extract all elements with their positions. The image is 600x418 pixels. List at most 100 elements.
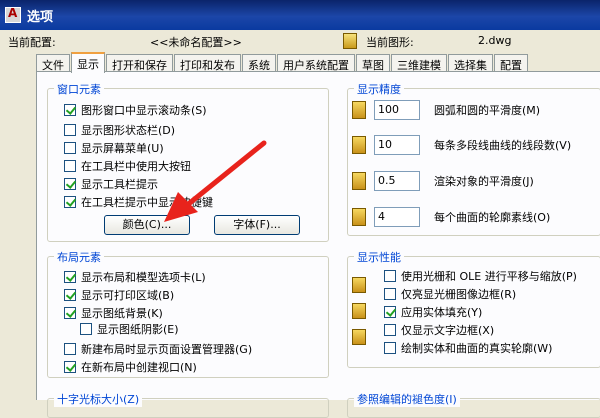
drawing-file-icon [352,277,366,293]
display-performance-title: 显示性能 [354,249,404,265]
layout-tabs-option[interactable]: 显示布局和模型选项卡(L) [64,269,206,285]
tab-selection[interactable]: 选择集 [448,54,493,72]
scrollbars-label: 图形窗口中显示滚动条(S) [81,104,207,117]
polyline-segments-label: 每条多段线曲线的线段数(V) [434,139,572,152]
text-frame-option[interactable]: 仅显示文字边框(X) [384,322,494,338]
raster-frame-label: 仅亮显光栅图像边框(R) [401,288,517,301]
crosshair-size-title: 十字光标大小(Z) [54,391,143,407]
drawing-file-icon [352,329,366,345]
display-performance-group: 显示性能 使用光栅和 OLE 进行平移与缩放(P) 仅亮显光栅图像边框(R) 应… [347,249,600,368]
solid-fill-checkbox[interactable] [384,306,396,318]
shortcut-keys-label: 在工具栏提示中显示快捷键 [81,196,213,209]
tab-drafting[interactable]: 草图 [356,54,390,72]
tab-files[interactable]: 文件 [36,54,70,72]
create-viewport-checkbox[interactable] [64,361,76,373]
display-resolution-group: 显示精度 100 圆弧和圆的平滑度(M) 10 每条多段线曲线的线段数(V) 0… [347,81,600,236]
printable-area-checkbox[interactable] [64,289,76,301]
arc-smoothness-label: 圆弧和圆的平滑度(M) [434,104,541,117]
config-row: 当前配置: <<未命名配置>> 当前图形: 2.dwg [0,30,600,52]
window-title: 选项 [27,9,54,25]
solid-fill-label: 应用实体填充(Y) [401,306,483,319]
tooltips-option[interactable]: 显示工具栏提示 [64,176,158,192]
raster-ole-option[interactable]: 使用光栅和 OLE 进行平移与缩放(P) [384,268,577,284]
tab-system[interactable]: 系统 [242,54,276,72]
true-silhouettes-label: 绘制实体和曲面的真实轮廓(W) [401,342,553,355]
raster-frame-option[interactable]: 仅亮显光栅图像边框(R) [384,286,516,302]
drawing-file-icon [352,101,366,119]
tab-bar: 文件 显示 打开和保存 打印和发布 系统 用户系统配置 草图 三维建模 选择集 … [36,52,529,73]
xref-fade-group: 参照编辑的褪色度(I) [347,391,600,418]
text-frame-checkbox[interactable] [384,324,396,336]
tab-plot-publish[interactable]: 打印和发布 [174,54,241,72]
current-profile-value: <<未命名配置>> [150,36,242,49]
status-bar-checkbox[interactable] [64,124,76,136]
paper-shadow-option[interactable]: 显示图纸阴影(E) [80,321,179,337]
tab-display[interactable]: 显示 [71,52,105,73]
polyline-segments-row: 10 每条多段线曲线的线段数(V) [352,135,571,155]
text-frame-label: 仅显示文字边框(X) [401,324,495,337]
tooltips-label: 显示工具栏提示 [81,178,158,191]
xref-fade-title: 参照编辑的褪色度(I) [354,391,460,407]
drawing-file-icon [352,136,366,154]
status-bar-label: 显示图形状态栏(D) [81,124,176,137]
render-smoothness-input[interactable]: 0.5 [374,171,420,191]
render-smoothness-row: 0.5 渲染对象的平滑度(J) [352,171,534,191]
status-bar-option[interactable]: 显示图形状态栏(D) [64,122,175,138]
polyline-segments-input[interactable]: 10 [374,135,420,155]
title-bar[interactable]: 选项 [0,0,600,30]
large-buttons-label: 在工具栏中使用大按钮 [81,160,191,173]
large-buttons-option[interactable]: 在工具栏中使用大按钮 [64,158,191,174]
tab-3d-modeling[interactable]: 三维建模 [391,54,447,72]
render-smoothness-label: 渲染对象的平滑度(J) [434,175,534,188]
drawing-file-icon [343,33,357,49]
screen-menu-checkbox[interactable] [64,142,76,154]
screen-menu-option[interactable]: 显示屏幕菜单(U) [64,140,164,156]
scrollbars-option[interactable]: 图形窗口中显示滚动条(S) [64,102,207,118]
page-setup-manager-label: 新建布局时显示页面设置管理器(G) [81,343,253,356]
create-viewport-option[interactable]: 在新布局中创建视口(N) [64,359,197,375]
display-resolution-title: 显示精度 [354,81,404,97]
current-profile-label: 当前配置: [8,36,56,49]
solid-fill-option[interactable]: 应用实体填充(Y) [384,304,482,320]
contour-lines-label: 每个曲面的轮廓素线(O) [434,211,551,224]
shortcut-keys-checkbox[interactable] [64,196,76,208]
paper-shadow-checkbox[interactable] [80,323,92,335]
paper-background-option[interactable]: 显示图纸背景(K) [64,305,163,321]
scrollbars-checkbox[interactable] [64,104,76,116]
layout-tabs-label: 显示布局和模型选项卡(L) [81,271,206,284]
layout-elements-group: 布局元素 显示布局和模型选项卡(L) 显示可打印区域(B) 显示图纸背景(K) … [47,249,329,378]
drawing-file-icon [352,208,366,226]
arc-smoothness-input[interactable]: 100 [374,100,420,120]
tab-profiles[interactable]: 配置 [494,54,528,72]
page-setup-manager-option[interactable]: 新建布局时显示页面设置管理器(G) [64,341,252,357]
paper-background-label: 显示图纸背景(K) [81,307,163,320]
page-setup-manager-checkbox[interactable] [64,343,76,355]
contour-lines-row: 4 每个曲面的轮廓素线(O) [352,207,550,227]
drawing-file-icon [352,172,366,190]
tab-user-preferences[interactable]: 用户系统配置 [277,54,355,72]
arc-smoothness-row: 100 圆弧和圆的平滑度(M) [352,100,540,120]
contour-lines-input[interactable]: 4 [374,207,420,227]
crosshair-size-group: 十字光标大小(Z) [47,391,329,418]
screen-menu-label: 显示屏幕菜单(U) [81,142,164,155]
paper-shadow-label: 显示图纸阴影(E) [97,323,179,336]
true-silhouettes-option[interactable]: 绘制实体和曲面的真实轮廓(W) [384,340,552,356]
autocad-logo-icon [5,6,21,23]
shortcut-keys-option[interactable]: 在工具栏提示中显示快捷键 [64,194,213,210]
window-elements-title: 窗口元素 [54,81,104,97]
layout-tabs-checkbox[interactable] [64,271,76,283]
drawing-file-icon [352,303,366,319]
create-viewport-label: 在新布局中创建视口(N) [81,361,197,374]
tab-open-save[interactable]: 打开和保存 [106,54,173,72]
raster-frame-checkbox[interactable] [384,288,396,300]
window-elements-group: 窗口元素 图形窗口中显示滚动条(S) 显示图形状态栏(D) 显示屏幕菜单(U) … [47,81,329,242]
paper-background-checkbox[interactable] [64,307,76,319]
tooltips-checkbox[interactable] [64,178,76,190]
large-buttons-checkbox[interactable] [64,160,76,172]
colors-button[interactable]: 颜色(C)... [104,215,190,235]
printable-area-option[interactable]: 显示可打印区域(B) [64,287,174,303]
true-silhouettes-checkbox[interactable] [384,342,396,354]
fonts-button[interactable]: 字体(F)... [214,215,300,235]
raster-ole-checkbox[interactable] [384,270,396,282]
raster-ole-label: 使用光栅和 OLE 进行平移与缩放(P) [401,270,577,283]
